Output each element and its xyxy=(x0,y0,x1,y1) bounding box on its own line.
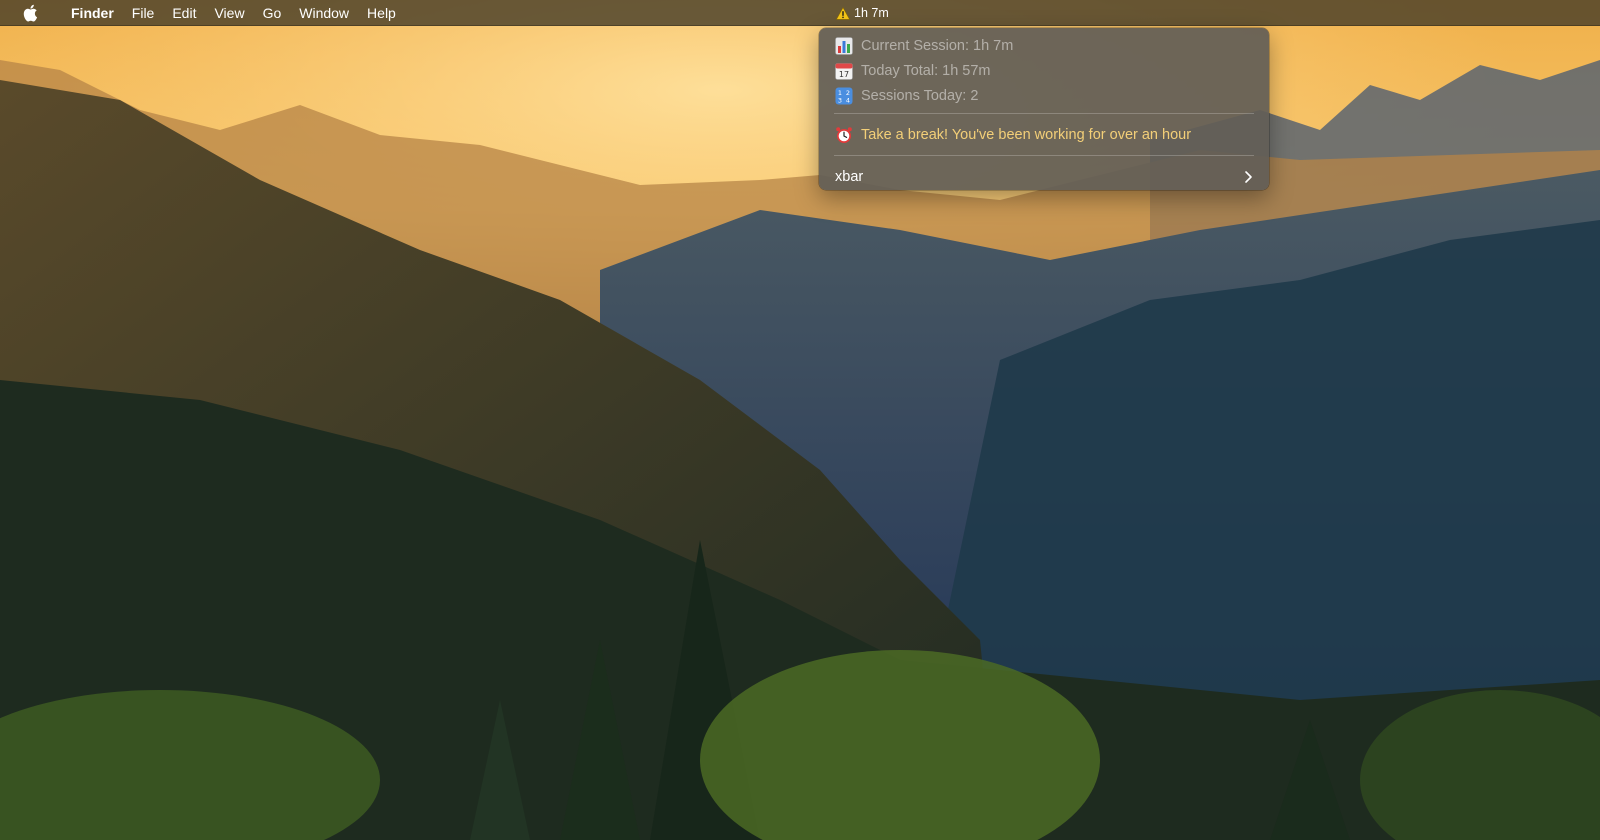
svg-text:17: 17 xyxy=(839,70,849,79)
bar-chart-icon xyxy=(835,36,853,55)
alarm-clock-icon xyxy=(835,126,853,144)
chevron-right-icon xyxy=(1245,171,1252,183)
menu-separator xyxy=(834,113,1254,114)
warning-icon xyxy=(836,6,850,20)
menu-item-label: Current Session: 1h 7m xyxy=(861,37,1014,54)
menu-item-label: Today Total: 1h 57m xyxy=(861,62,991,79)
menu-window[interactable]: Window xyxy=(290,0,358,26)
menu-app-name[interactable]: Finder xyxy=(62,0,123,26)
menu-bar: Finder File Edit View Go Window Help 1h … xyxy=(0,0,1600,26)
apple-logo-icon[interactable] xyxy=(20,3,40,23)
svg-text:3: 3 xyxy=(838,96,842,104)
menu-help[interactable]: Help xyxy=(358,0,405,26)
menu-item-xbar-submenu[interactable]: xbar xyxy=(819,162,1269,192)
wallpaper-image xyxy=(0,0,1600,840)
desktop[interactable]: Finder File Edit View Go Window Help 1h … xyxy=(0,0,1600,840)
menu-view[interactable]: View xyxy=(205,0,253,26)
menu-separator xyxy=(834,155,1254,156)
menu-item-current-session: Current Session: 1h 7m xyxy=(819,33,1269,58)
menu-item-label: xbar xyxy=(835,169,864,185)
menu-item-sessions-today: 1 2 3 4 Sessions Today: 2 xyxy=(819,83,1269,108)
status-item-label: 1h 7m xyxy=(854,6,889,20)
numbers-icon: 1 2 3 4 xyxy=(835,87,853,105)
menu-item-break-alert[interactable]: Take a break! You've been working for ov… xyxy=(819,120,1269,150)
calendar-icon: 17 xyxy=(835,62,853,80)
menu-item-label: Take a break! You've been working for ov… xyxy=(861,127,1192,143)
menu-item-today-total: 17 Today Total: 1h 57m xyxy=(819,58,1269,83)
status-dropdown-menu: Current Session: 1h 7m 17 Today Total: 1… xyxy=(819,28,1269,190)
menu-go[interactable]: Go xyxy=(254,0,291,26)
menu-item-label: Sessions Today: 2 xyxy=(861,87,979,104)
menu-file[interactable]: File xyxy=(123,0,164,26)
menu-edit[interactable]: Edit xyxy=(163,0,205,26)
status-item-timer[interactable]: 1h 7m xyxy=(832,0,893,26)
svg-text:4: 4 xyxy=(846,96,850,104)
